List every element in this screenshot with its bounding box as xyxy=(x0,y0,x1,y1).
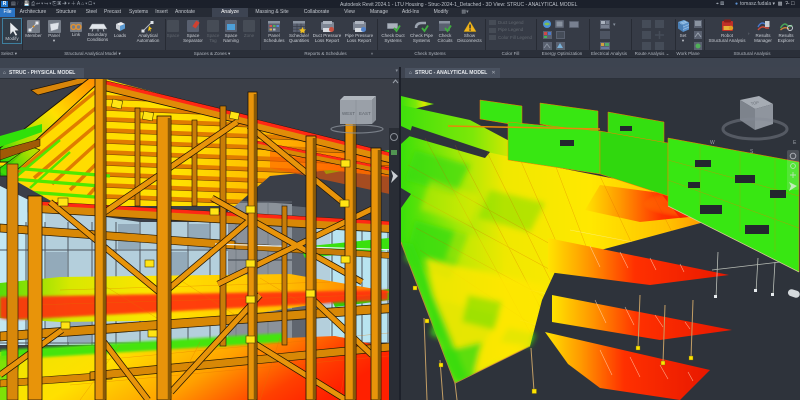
svg-text:▾: ▾ xyxy=(613,22,616,28)
svg-text:EAST: EAST xyxy=(359,111,371,116)
svg-text:WEST: WEST xyxy=(342,111,355,116)
svg-text:W: W xyxy=(710,140,715,146)
